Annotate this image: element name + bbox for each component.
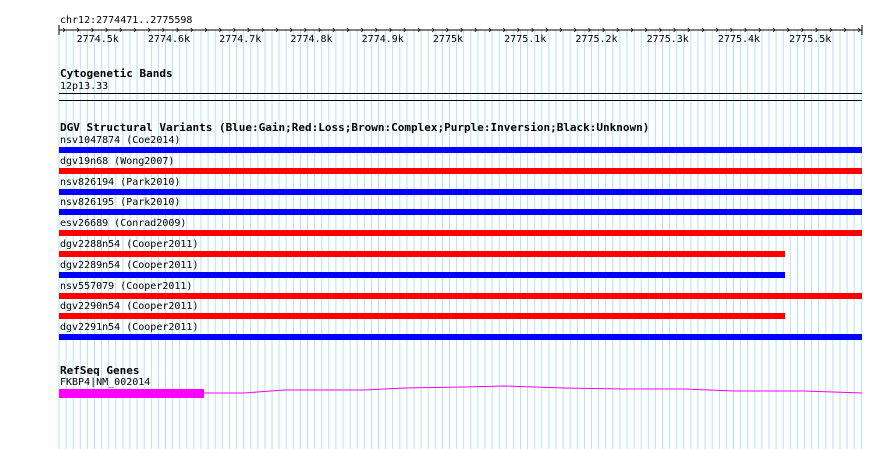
variant-bar-gain[interactable] xyxy=(59,334,862,341)
refseq-gene-label[interactable]: FKBP4|NM_002014 xyxy=(60,377,150,389)
variant-bar-gain[interactable] xyxy=(59,209,862,216)
variant-bar-gain[interactable] xyxy=(59,188,862,195)
variant-bar-loss[interactable] xyxy=(59,230,862,237)
variant-label[interactable]: esv26689 (Conrad2009) xyxy=(60,218,186,230)
ruler-tick-label: 2774.7k xyxy=(219,34,262,45)
ruler-tick-label: 2774.6k xyxy=(147,34,191,45)
variant-label[interactable]: nsv1047874 (Coe2014) xyxy=(60,135,180,147)
variant-bar-gain[interactable] xyxy=(59,147,862,153)
ruler-tick-label: 2775.2k xyxy=(575,34,618,45)
variant-bar-gain[interactable] xyxy=(59,271,785,278)
variant-label[interactable]: nsv557079 (Cooper2011) xyxy=(60,281,192,293)
variant-label[interactable]: dgv2290n54 (Cooper2011) xyxy=(60,301,198,313)
ruler-tick-label: 2775.5k xyxy=(789,34,832,45)
variant-bar-loss[interactable] xyxy=(59,167,862,174)
ruler-tick-label: 2775.1k xyxy=(504,34,547,45)
variant-label[interactable]: dgv2289n54 (Cooper2011) xyxy=(60,260,198,272)
variant-bar-loss[interactable] xyxy=(59,292,862,299)
ruler-tick-label: 2774.9k xyxy=(361,34,404,45)
ruler-tick-label: 2774.5k xyxy=(76,34,119,45)
refseq-track-title: RefSeq Genes xyxy=(60,364,140,377)
ruler-tick-label: 2774.8k xyxy=(290,34,333,45)
variant-label[interactable]: dgv2291n54 (Cooper2011) xyxy=(60,322,198,334)
ruler-tick-label: 2775.3k xyxy=(646,34,689,45)
variant-bar-loss[interactable] xyxy=(59,313,785,320)
refseq-gene-exon[interactable] xyxy=(59,389,204,398)
variant-label[interactable]: nsv826195 (Park2010) xyxy=(60,197,180,209)
location-label: chr12:2774471..2775598 xyxy=(60,15,193,26)
cytoband-track-title: Cytogenetic Bands xyxy=(60,67,173,80)
cytoband-line-top xyxy=(59,93,862,94)
variant-bar-loss[interactable] xyxy=(59,251,785,257)
variant-label[interactable]: nsv826194 (Park2010) xyxy=(60,177,180,189)
dgv-track-title: DGV Structural Variants (Blue:Gain;Red:L… xyxy=(60,121,650,134)
variant-label[interactable]: dgv2288n54 (Cooper2011) xyxy=(60,239,198,251)
cytoband-line-bottom xyxy=(59,100,862,101)
variant-label[interactable]: dgv19n68 (Wong2007) xyxy=(60,156,174,168)
ruler-tick-label: 2775.4k xyxy=(717,34,761,45)
ruler-tick-label: 2775k xyxy=(432,34,464,45)
refseq-gene-intron xyxy=(204,385,862,394)
cytoband-label: 12p13.33 xyxy=(60,81,109,92)
